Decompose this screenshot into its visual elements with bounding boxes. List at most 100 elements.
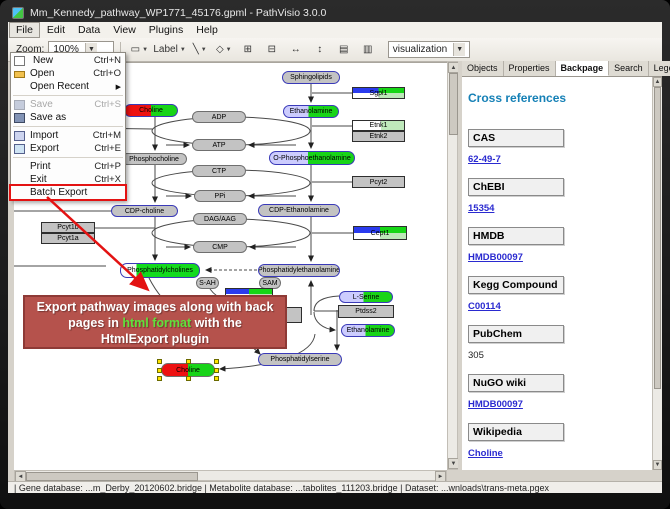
file-menu-item-batch-export[interactable]: Batch Export xyxy=(11,186,125,199)
file-menu-item-open[interactable]: OpenCtrl+O xyxy=(11,67,125,80)
metabolite-node-l-serine[interactable]: L-Serine xyxy=(339,291,393,303)
metabolite-node-phosphatidylcholines[interactable]: Phosphatidylcholines xyxy=(120,263,200,278)
canvas-vertical-scrollbar[interactable]: ▲ ▼ xyxy=(447,61,458,470)
connector-tool-icon[interactable]: ◇▼ xyxy=(213,40,235,60)
xref-link[interactable]: HMDB00097 xyxy=(468,399,653,410)
metabolite-node-sphingolipids[interactable]: Sphingolipids xyxy=(282,71,340,84)
align-middle-icon[interactable]: ⊟ xyxy=(261,40,283,60)
selection-handle[interactable] xyxy=(157,368,162,373)
gene-node-ptdss2[interactable]: Ptdss2 xyxy=(338,305,394,318)
gene-node-etnk2[interactable]: Etnk2 xyxy=(352,131,405,142)
tab-backpage[interactable]: Backpage xyxy=(556,61,610,76)
distribute-horizontal-icon[interactable]: ↔ xyxy=(285,40,307,60)
xref-header: NuGO wiki xyxy=(468,374,564,392)
metabolite-node-phosphatidylethanolamine[interactable]: Phosphatidylethanolamine xyxy=(258,264,340,277)
window-title: Mm_Kennedy_pathway_WP1771_45176.gpml - P… xyxy=(30,7,326,19)
file-menu-item-new[interactable]: NewCtrl+N xyxy=(11,54,125,67)
gene-node-pcyt1b[interactable]: Pcyt1b xyxy=(41,222,95,233)
panel-scrollbar[interactable]: ▲ ▼ xyxy=(652,77,662,470)
file-menu-item-save[interactable]: SaveCtrl+S xyxy=(11,98,125,111)
chevron-down-icon[interactable]: ▼ xyxy=(201,47,207,53)
highlighted-text: html format xyxy=(122,316,191,330)
canvas-horizontal-scrollbar[interactable]: ◄ ► xyxy=(14,470,447,481)
file-menu-item-print[interactable]: PrintCtrl+P xyxy=(11,160,125,173)
menubar-item-file[interactable]: File xyxy=(9,22,40,38)
selection-handle[interactable] xyxy=(186,376,191,381)
selection-handle[interactable] xyxy=(214,376,219,381)
metabolite-node-ctp[interactable]: CTP xyxy=(192,165,246,177)
gene-node-etnk1[interactable]: Etnk1 xyxy=(352,120,405,131)
metabolite-node-ppi[interactable]: PPi xyxy=(194,190,246,202)
visualization-combobox[interactable]: visualization ▼ xyxy=(388,41,470,58)
menubar-item-help[interactable]: Help xyxy=(190,23,224,37)
file-menu-item-save-as[interactable]: Save as xyxy=(11,111,125,124)
tab-search[interactable]: Search xyxy=(609,61,649,76)
xref-header: Wikipedia xyxy=(468,423,564,441)
selection-handle[interactable] xyxy=(186,359,191,364)
file-menu-item-exit[interactable]: ExitCtrl+X xyxy=(11,173,125,186)
scrollbar-thumb[interactable] xyxy=(654,87,661,389)
metabolite-node-s-ah[interactable]: S-AH xyxy=(196,277,219,289)
scrollbar-thumb[interactable] xyxy=(449,73,458,135)
distribute-vertical-icon[interactable]: ↕ xyxy=(309,40,331,60)
selection-handle[interactable] xyxy=(214,359,219,364)
metabolite-node-ethanolamine[interactable]: Ethanolamine xyxy=(341,324,395,337)
scroll-down-icon[interactable]: ▼ xyxy=(653,460,662,470)
scrollbar-thumb[interactable] xyxy=(26,472,198,481)
stack-vertical-icon[interactable]: ▥ xyxy=(357,40,379,60)
metabolite-node-phosphatidylserine[interactable]: Phosphatidylserine xyxy=(258,353,342,366)
xref-section-pubchem: PubChem305 xyxy=(468,325,653,361)
selection-handle[interactable] xyxy=(157,359,162,364)
import-icon xyxy=(14,131,25,141)
selection-handle[interactable] xyxy=(214,368,219,373)
label-tool-icon[interactable]: Label▼ xyxy=(152,40,186,60)
chevron-down-icon[interactable]: ▼ xyxy=(180,47,186,53)
tab-properties[interactable]: Properties xyxy=(504,61,556,76)
xref-header: HMDB xyxy=(468,227,564,245)
tab-legend[interactable]: Legend xyxy=(649,61,670,76)
chevron-down-icon[interactable]: ▼ xyxy=(453,43,465,56)
chevron-down-icon[interactable]: ▼ xyxy=(226,47,232,53)
metabolite-node-cdp-choline[interactable]: CDP-choline xyxy=(111,205,178,217)
side-panel: ObjectsPropertiesBackpageSearchLegend Cr… xyxy=(462,61,662,470)
metabolite-node-phosphocholine[interactable]: Phosphocholine xyxy=(121,153,187,165)
menubar-item-data[interactable]: Data xyxy=(72,23,106,37)
metabolite-node-choline[interactable]: Choline xyxy=(124,104,178,117)
file-menu-item-import[interactable]: ImportCtrl+M xyxy=(11,129,125,142)
xref-value: 305 xyxy=(468,350,653,361)
file-menu-item-open-recent[interactable]: Open Recent▶ xyxy=(11,80,125,93)
align-center-icon[interactable]: ⊞ xyxy=(237,40,259,60)
tab-objects[interactable]: Objects xyxy=(462,61,504,76)
gene-node-sgpl1[interactable]: Sgpl1 xyxy=(352,87,405,99)
scroll-up-icon[interactable]: ▲ xyxy=(653,77,662,87)
menubar-item-view[interactable]: View xyxy=(107,23,142,37)
gene-node-pcyt1a[interactable]: Pcyt1a xyxy=(41,233,95,244)
selection-handle[interactable] xyxy=(157,376,162,381)
metabolite-node-choline[interactable]: Choline xyxy=(161,363,215,377)
line-tool-icon[interactable]: ╲▼ xyxy=(189,40,211,60)
metabolite-node-atp[interactable]: ATP xyxy=(192,139,246,151)
menubar-item-edit[interactable]: Edit xyxy=(41,23,71,37)
xref-link[interactable]: Choline xyxy=(468,448,653,459)
file-menu-item-export[interactable]: ExportCtrl+E xyxy=(11,142,125,155)
metabolite-node-adp[interactable]: ADP xyxy=(192,111,246,123)
datanode-tool-icon[interactable]: ▭▼ xyxy=(128,40,150,60)
metabolite-node-cmp[interactable]: CMP xyxy=(193,241,247,253)
menubar-item-plugins[interactable]: Plugins xyxy=(143,23,189,37)
chevron-down-icon[interactable]: ▼ xyxy=(142,47,148,53)
xref-header: ChEBI xyxy=(468,178,564,196)
saveas-icon xyxy=(14,113,25,123)
xref-link[interactable]: HMDB00097 xyxy=(468,252,653,263)
stack-horizontal-icon[interactable]: ▤ xyxy=(333,40,355,60)
xref-link[interactable]: C00114 xyxy=(468,301,653,312)
xref-link[interactable]: 15354 xyxy=(468,203,653,214)
metabolite-node-o-phosphoethanolamine[interactable]: O-Phosphoethanolamine xyxy=(269,151,355,165)
metabolite-node-ethanolamine[interactable]: Ethanolamine xyxy=(283,105,339,118)
gene-node-cept1[interactable]: Cept1 xyxy=(353,226,407,240)
gene-node-pcyt2[interactable]: Pcyt2 xyxy=(352,176,405,188)
xref-link[interactable]: 62-49-7 xyxy=(468,154,653,165)
annotation-callout: Export pathway images along with back pa… xyxy=(23,295,287,349)
title-bar[interactable]: Mm_Kennedy_pathway_WP1771_45176.gpml - P… xyxy=(8,4,662,21)
metabolite-node-cdp-ethanolamine[interactable]: CDP-Ethanolamine xyxy=(258,204,340,217)
metabolite-node-dag-aag[interactable]: DAG/AAG xyxy=(193,213,247,225)
